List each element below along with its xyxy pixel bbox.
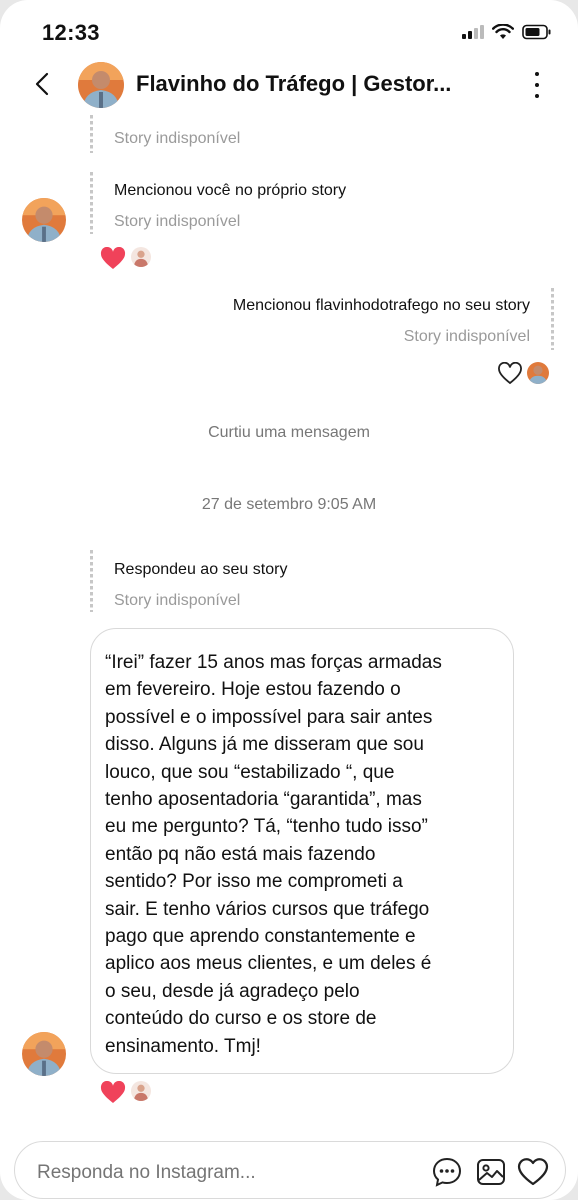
heart-reaction-icon[interactable]	[100, 1081, 126, 1105]
reactor-avatar[interactable]	[526, 361, 550, 385]
reply-marker-line	[90, 115, 93, 153]
reactor-avatar[interactable]	[130, 246, 152, 268]
message-line: aplico aos meus clientes, e um deles é	[105, 953, 432, 975]
more-vertical-icon	[535, 72, 539, 76]
message-line: o seu, desde já agradeço pelo	[105, 980, 360, 1002]
mention-label: Mencionou flavinhodotrafego no seu story	[232, 297, 530, 314]
message-line: possível e o impossível para sair antes	[105, 706, 433, 728]
liked-message-notice: Curtiu uma mensagem	[208, 424, 370, 441]
sender-avatar[interactable]	[22, 1032, 66, 1076]
message-input[interactable]	[37, 1162, 307, 1184]
header-avatar[interactable]	[78, 62, 124, 108]
story-status[interactable]: Story indisponível	[404, 328, 530, 346]
wifi-icon	[492, 24, 514, 39]
timestamp: 27 de setembro 9:05 AM	[201, 496, 377, 513]
story-status[interactable]: Story indisponível	[114, 592, 240, 610]
story-status[interactable]: Story indisponível	[114, 213, 240, 231]
message-line: sair. E tenho vários cursos que tráfego	[105, 898, 430, 920]
message-line: conteúdo do curso e os store de	[105, 1008, 377, 1030]
gallery-icon[interactable]	[475, 1156, 507, 1188]
reactor-avatar[interactable]	[130, 1080, 152, 1102]
message-line: então pq não está mais fazendo	[105, 843, 376, 865]
message-line: disso. Alguns já me disseram que sou	[105, 734, 424, 756]
more-options-button[interactable]	[532, 72, 542, 98]
message-line: sentido? Por isso me comprometi a	[105, 871, 403, 893]
heart-icon[interactable]	[517, 1156, 549, 1188]
signal-icon	[462, 25, 484, 39]
dm-thread-screen: 12:33 Flavinho do Tráfego | Gestor... St…	[0, 0, 578, 1200]
message-composer[interactable]	[14, 1141, 566, 1199]
back-button[interactable]	[30, 70, 54, 98]
message-line: “Irei” fazer 15 anos mas forças armadas	[105, 652, 442, 673]
message-line: tenho aposentadoria “garantida”, mas	[105, 789, 422, 811]
message-line: eu me pergunto? Tá, “tenho tudo isso”	[105, 816, 428, 838]
story-reply-label: Respondeu ao seu story	[114, 561, 288, 578]
message-line: louco, que sou “estabilizado “, que	[105, 761, 395, 783]
chevron-left-icon	[35, 72, 49, 96]
reply-marker-line	[90, 172, 93, 234]
message-line: pago que aprendo constantemente e	[105, 926, 416, 948]
sender-avatar[interactable]	[22, 198, 66, 242]
reply-marker-line	[90, 550, 93, 612]
message-bubble[interactable]: “Irei” fazer 15 anos mas forças armadas …	[90, 628, 514, 1074]
battery-icon	[522, 24, 551, 40]
sticker-chat-icon[interactable]	[431, 1156, 463, 1188]
story-status: Story indisponível	[114, 130, 241, 147]
heart-outline-reaction-icon[interactable]	[497, 362, 523, 386]
status-time: 12:33	[42, 20, 100, 45]
message-line: em fevereiro. Hoje estou fazendo o	[105, 679, 401, 701]
conversation-title[interactable]: Flavinho do Tráfego | Gestor...	[136, 71, 496, 97]
reply-marker-line	[551, 288, 554, 350]
status-icons	[462, 24, 552, 40]
heart-reaction-icon[interactable]	[100, 247, 126, 271]
message-line: ensinamento. Tmj!	[105, 1035, 261, 1057]
mention-label: Mencionou você no próprio story	[114, 182, 347, 199]
